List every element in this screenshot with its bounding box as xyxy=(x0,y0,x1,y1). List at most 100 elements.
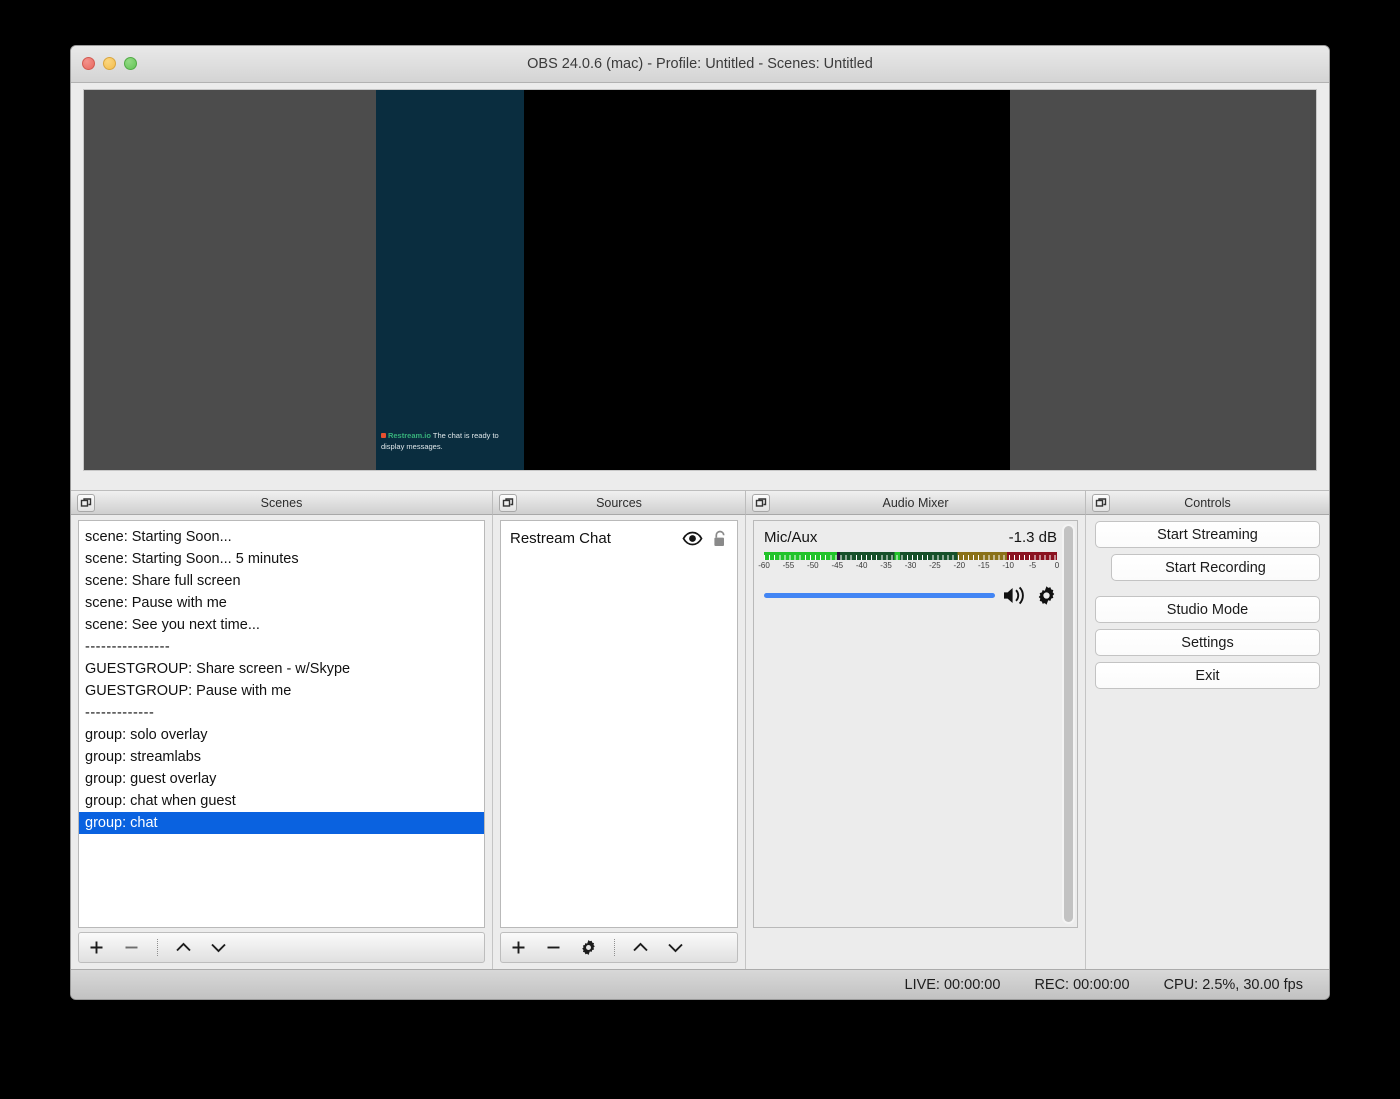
mixer-track-name: Mic/Aux xyxy=(764,529,818,546)
controls-spacer xyxy=(1095,587,1320,596)
mixer-track-header: Mic/Aux -1.3 dB xyxy=(764,529,1057,546)
scene-list-item[interactable]: group: guest overlay xyxy=(79,768,484,790)
scene-list-item[interactable]: group: chat when guest xyxy=(79,790,484,812)
restream-brand-label: Restream.io xyxy=(387,430,431,440)
scene-list-item[interactable]: GUESTGROUP: Share screen - w/Skype xyxy=(79,658,484,680)
meter-tick-label: -15 xyxy=(977,561,990,570)
dock-header-controls[interactable]: Controls xyxy=(1085,490,1329,515)
meter-ticks xyxy=(764,555,1057,560)
scenes-toolbar xyxy=(78,932,485,963)
dock-label-scenes: Scenes xyxy=(260,495,303,510)
sources-list[interactable]: Restream Chat xyxy=(500,520,738,928)
audio-mixer-scrollbar[interactable] xyxy=(1062,524,1075,924)
scenes-list-inner: scene: Starting Soon... scene: Starting S… xyxy=(79,521,484,834)
status-bar: LIVE: 00:00:00 REC: 00:00:00 CPU: 2.5%, … xyxy=(71,969,1329,999)
scrollbar-thumb[interactable] xyxy=(1064,526,1073,922)
window-traffic-lights xyxy=(82,57,137,70)
dock-label-controls: Controls xyxy=(1184,495,1231,510)
meter-tick-label: -55 xyxy=(782,561,795,570)
scene-list-item[interactable]: GUESTGROUP: Pause with me xyxy=(79,680,484,702)
dock-header-scenes[interactable]: Scenes xyxy=(71,490,492,515)
controls-button-stack: Start Streaming Start Recording Studio M… xyxy=(1095,521,1320,928)
settings-button[interactable]: Settings xyxy=(1095,629,1320,656)
meter-tick-label: -10 xyxy=(1002,561,1014,570)
rec-timer: REC: 00:00:00 xyxy=(1034,976,1130,993)
eye-icon[interactable] xyxy=(682,531,703,546)
window-titlebar: OBS 24.0.6 (mac) - Profile: Untitled - S… xyxy=(71,46,1329,83)
controls-panel: Start Streaming Start Recording Studio M… xyxy=(1085,515,1329,969)
float-dock-icon[interactable] xyxy=(752,494,770,512)
move-scene-up-button[interactable] xyxy=(174,938,193,957)
meter-tick-label: -60 xyxy=(758,561,770,570)
add-source-button[interactable] xyxy=(509,938,528,957)
move-source-up-button[interactable] xyxy=(631,938,650,957)
dock-header-sources[interactable]: Sources xyxy=(492,490,745,515)
float-dock-icon[interactable] xyxy=(77,494,95,512)
close-button[interactable] xyxy=(82,57,95,70)
unlock-icon[interactable] xyxy=(712,530,728,548)
exit-button[interactable]: Exit xyxy=(1095,662,1320,689)
scene-list-separator[interactable]: ---------------- xyxy=(79,636,484,658)
list-item[interactable]: Restream Chat xyxy=(501,525,737,552)
dock-panels-row: scene: Starting Soon... scene: Starting S… xyxy=(71,515,1329,969)
meter-tick-label: -5 xyxy=(1029,561,1037,570)
dock-header-row: Scenes Sources Audio Mixer Controls xyxy=(71,490,1329,515)
restream-chat-source: Restream.io The chat is ready to display… xyxy=(375,90,525,470)
audio-level-meter xyxy=(764,552,1057,560)
maximize-button[interactable] xyxy=(124,57,137,70)
chat-overlay-message: Restream.io The chat is ready to display… xyxy=(380,430,499,453)
scene-list-item[interactable]: group: solo overlay xyxy=(79,724,484,746)
float-dock-icon[interactable] xyxy=(499,494,517,512)
scene-list-item[interactable]: scene: Share full screen xyxy=(79,570,484,592)
source-name-label: Restream Chat xyxy=(510,530,611,547)
restream-dot-icon xyxy=(380,433,386,439)
scene-list-item[interactable]: scene: Starting Soon... 5 minutes xyxy=(79,548,484,570)
mixer-fader-row xyxy=(764,585,1057,606)
minimize-button[interactable] xyxy=(103,57,116,70)
cpu-fps-status: CPU: 2.5%, 30.00 fps xyxy=(1163,976,1303,993)
meter-tick-label: -25 xyxy=(929,561,941,570)
scene-list-item[interactable]: scene: Pause with me xyxy=(79,592,484,614)
obs-main-window: OBS 24.0.6 (mac) - Profile: Untitled - S… xyxy=(70,45,1330,1000)
preview-canvas-area[interactable]: Restream.io The chat is ready to display… xyxy=(83,89,1317,471)
toolbar-divider xyxy=(614,939,615,956)
meter-tick-label: -30 xyxy=(904,561,917,570)
speaker-icon[interactable] xyxy=(1002,585,1029,606)
scene-list-item[interactable]: scene: See you next time... xyxy=(79,614,484,636)
start-streaming-button[interactable]: Start Streaming xyxy=(1095,521,1320,548)
source-properties-gear-icon[interactable] xyxy=(579,938,598,957)
start-recording-button[interactable]: Start Recording xyxy=(1111,554,1320,581)
meter-tick-label: -35 xyxy=(880,561,892,570)
gear-icon[interactable] xyxy=(1036,585,1057,606)
move-source-down-button[interactable] xyxy=(666,938,685,957)
studio-mode-button[interactable]: Studio Mode xyxy=(1095,596,1320,623)
float-dock-icon[interactable] xyxy=(1092,494,1110,512)
mixer-track-db-value: -1.3 dB xyxy=(1008,529,1057,546)
source-icon-group xyxy=(682,530,728,548)
program-canvas: Restream.io The chat is ready to display… xyxy=(375,90,1011,470)
meter-tick-label: -40 xyxy=(855,561,868,570)
dock-header-audio-mixer[interactable]: Audio Mixer xyxy=(745,490,1085,515)
sources-panel: Restream Chat xyxy=(492,515,745,969)
audio-mixer-panel: Mic/Aux -1.3 dB -60 -55 -50 -45 -40 -35 -30 -25… xyxy=(745,515,1085,969)
volume-slider[interactable] xyxy=(764,593,995,598)
scenes-panel: scene: Starting Soon... scene: Starting S… xyxy=(71,515,492,969)
dock-label-sources: Sources xyxy=(596,495,642,510)
meter-tick-label: -50 xyxy=(807,561,819,570)
remove-scene-button[interactable] xyxy=(122,938,141,957)
audio-mixer-body: Mic/Aux -1.3 dB -60 -55 -50 -45 -40 -35 -30 -25… xyxy=(753,520,1078,928)
live-timer: LIVE: 00:00:00 xyxy=(904,976,1001,993)
add-scene-button[interactable] xyxy=(87,938,106,957)
scene-list-item[interactable]: group: streamlabs xyxy=(79,746,484,768)
move-scene-down-button[interactable] xyxy=(209,938,228,957)
meter-tick-label: -20 xyxy=(953,561,966,570)
scenes-list[interactable]: scene: Starting Soon... scene: Starting S… xyxy=(78,520,485,928)
preview-container: Restream.io The chat is ready to display… xyxy=(71,83,1329,483)
scene-list-separator[interactable]: ------------- xyxy=(79,702,484,724)
window-title: OBS 24.0.6 (mac) - Profile: Untitled - S… xyxy=(527,56,873,72)
dock-label-audio-mixer: Audio Mixer xyxy=(882,495,949,510)
scene-list-item[interactable]: group: chat xyxy=(79,812,484,834)
scene-list-item[interactable]: scene: Starting Soon... xyxy=(79,526,484,548)
remove-source-button[interactable] xyxy=(544,938,563,957)
meter-tick-label: -45 xyxy=(831,561,844,570)
